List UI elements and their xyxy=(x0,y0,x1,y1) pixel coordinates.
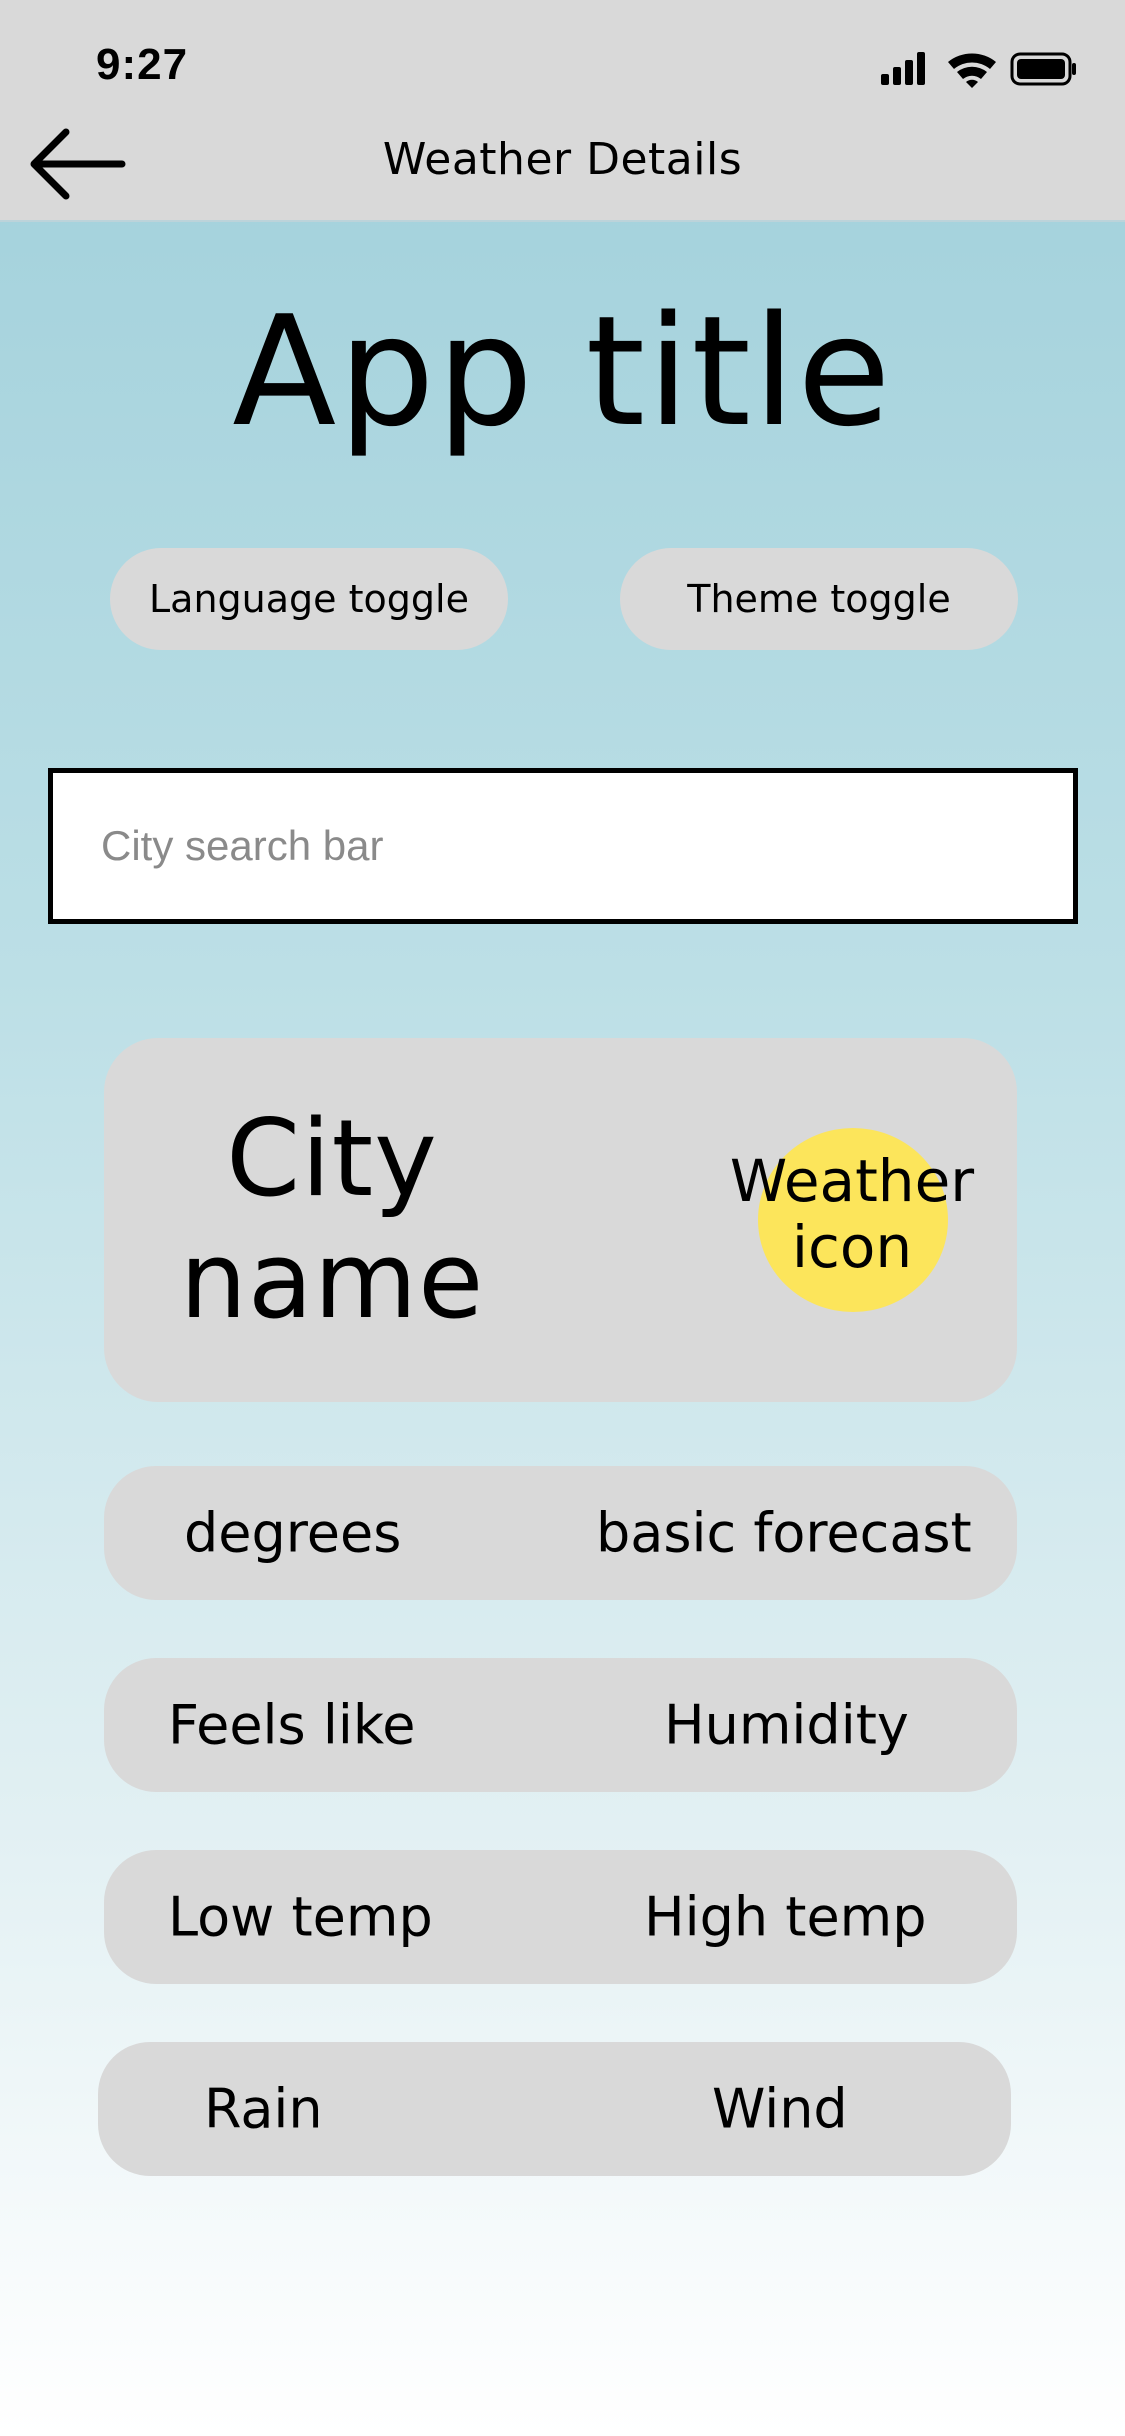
weather-icon-label-line1: Weather xyxy=(729,1147,975,1215)
city-name-line2: name xyxy=(179,1219,485,1342)
status-icons xyxy=(878,48,1078,88)
city-name-line1: City xyxy=(226,1097,438,1220)
weather-icon-label: Weather icon xyxy=(714,1148,990,1280)
basic-forecast-value: basic forecast xyxy=(596,1501,972,1565)
city-search-bar[interactable] xyxy=(48,768,1078,924)
humidity-value: Humidity xyxy=(664,1693,909,1757)
cellular-signal-icon xyxy=(881,52,925,85)
city-card: City name Weather icon xyxy=(104,1038,1017,1402)
theme-toggle-label: Theme toggle xyxy=(687,577,951,621)
search-input[interactable] xyxy=(53,773,1073,919)
low-high-temp-row: Low temp High temp xyxy=(104,1850,1017,1984)
language-toggle-label: Language toggle xyxy=(149,577,469,621)
degrees-forecast-row: degrees basic forecast xyxy=(104,1466,1017,1600)
status-time: 9:27 xyxy=(96,40,189,89)
rain-value: Rain xyxy=(204,2077,323,2141)
feels-like-value: Feels like xyxy=(168,1693,416,1757)
city-name: City name xyxy=(152,1098,512,1342)
weather-icon: Weather icon xyxy=(730,1128,974,1312)
low-temp-value: Low temp xyxy=(168,1885,433,1949)
rain-wind-row: Rain Wind xyxy=(98,2042,1011,2176)
app-title: App title xyxy=(232,283,893,460)
top-bar: 9:27 Weather Details xyxy=(0,0,1125,222)
theme-toggle[interactable]: Theme toggle xyxy=(620,548,1018,650)
high-temp-value: High temp xyxy=(644,1885,927,1949)
wind-value: Wind xyxy=(712,2077,848,2141)
weather-icon-label-line2: icon xyxy=(791,1213,913,1281)
battery-icon xyxy=(1010,52,1076,86)
wifi-icon xyxy=(948,53,996,88)
feels-humidity-row: Feels like Humidity xyxy=(104,1658,1017,1792)
page-title: Weather Details xyxy=(382,134,743,185)
language-toggle[interactable]: Language toggle xyxy=(110,548,508,650)
degrees-value: degrees xyxy=(184,1501,402,1565)
